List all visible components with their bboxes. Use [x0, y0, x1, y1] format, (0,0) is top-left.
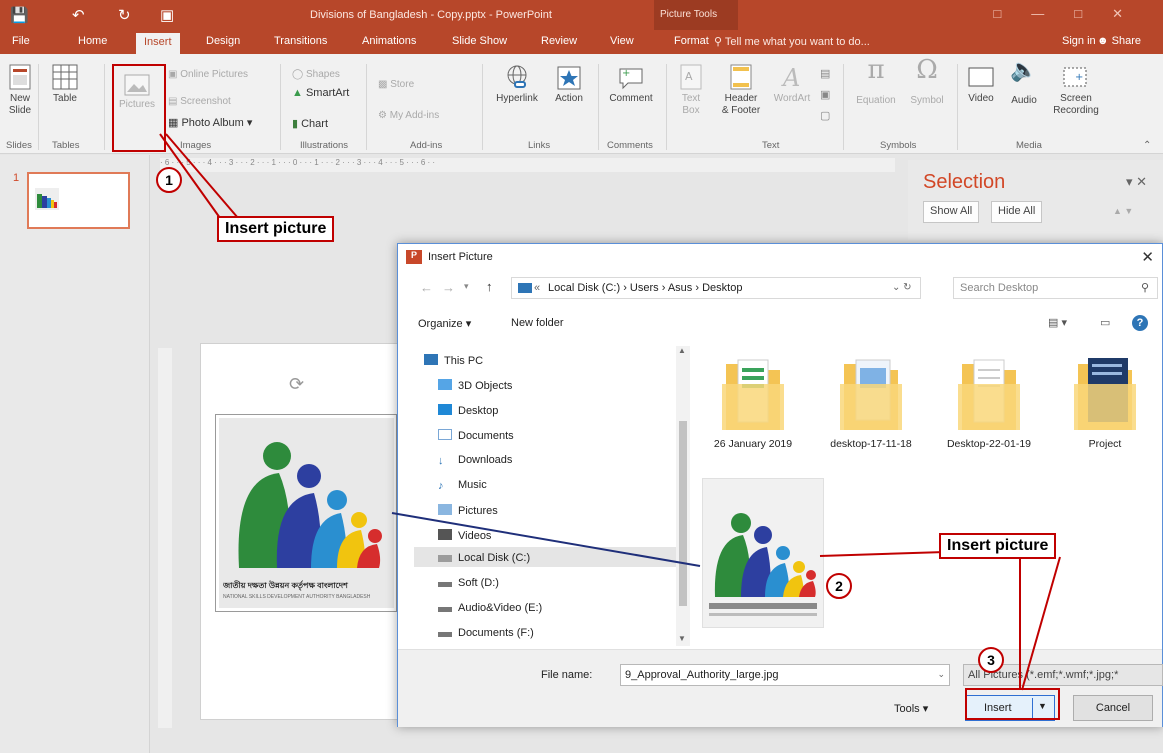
callout-insert-picture-2: Insert picture: [939, 533, 1057, 559]
step-2-marker: 2: [826, 573, 852, 599]
callout-insert-picture-1: Insert picture: [217, 216, 335, 242]
highlight-pictures-button: [112, 64, 166, 152]
step-1-marker: 1: [156, 167, 182, 193]
highlight-insert-button: [965, 688, 1060, 720]
step-3-marker: 3: [978, 647, 1004, 673]
annotation-lines: [159, 133, 1061, 691]
